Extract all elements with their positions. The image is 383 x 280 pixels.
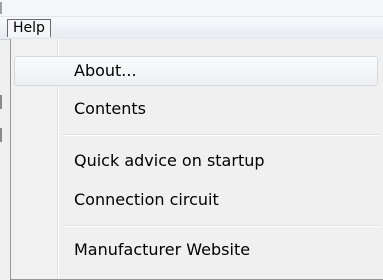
menu-item-about[interactable]: About... (14, 56, 378, 86)
window-top-strip (0, 0, 383, 17)
menu-item-manufacturer-website[interactable]: Manufacturer Website (14, 235, 378, 265)
menu-item-label: Quick advice on startup (74, 151, 265, 170)
menu-item-label: Connection circuit (74, 190, 219, 209)
menu-item-quick-advice[interactable]: Quick advice on startup (14, 146, 378, 176)
window-edge-mark (0, 2, 2, 14)
menu-item-contents[interactable]: Contents (14, 94, 378, 124)
help-dropdown-menu: About... Contents Quick advice on startu… (10, 39, 383, 280)
menu-bar: Help (0, 17, 383, 40)
menu-item-label: Contents (74, 99, 146, 118)
menu-separator (62, 225, 380, 227)
background-window-edge (0, 40, 10, 273)
menu-item-connection-circuit[interactable]: Connection circuit (14, 185, 378, 215)
background-edge-mark (0, 95, 2, 109)
menu-help[interactable]: Help (7, 19, 51, 37)
menu-item-label: About... (74, 61, 137, 80)
menu-item-label: Manufacturer Website (74, 240, 251, 259)
background-edge-mark (0, 128, 2, 142)
menu-separator (62, 134, 380, 136)
